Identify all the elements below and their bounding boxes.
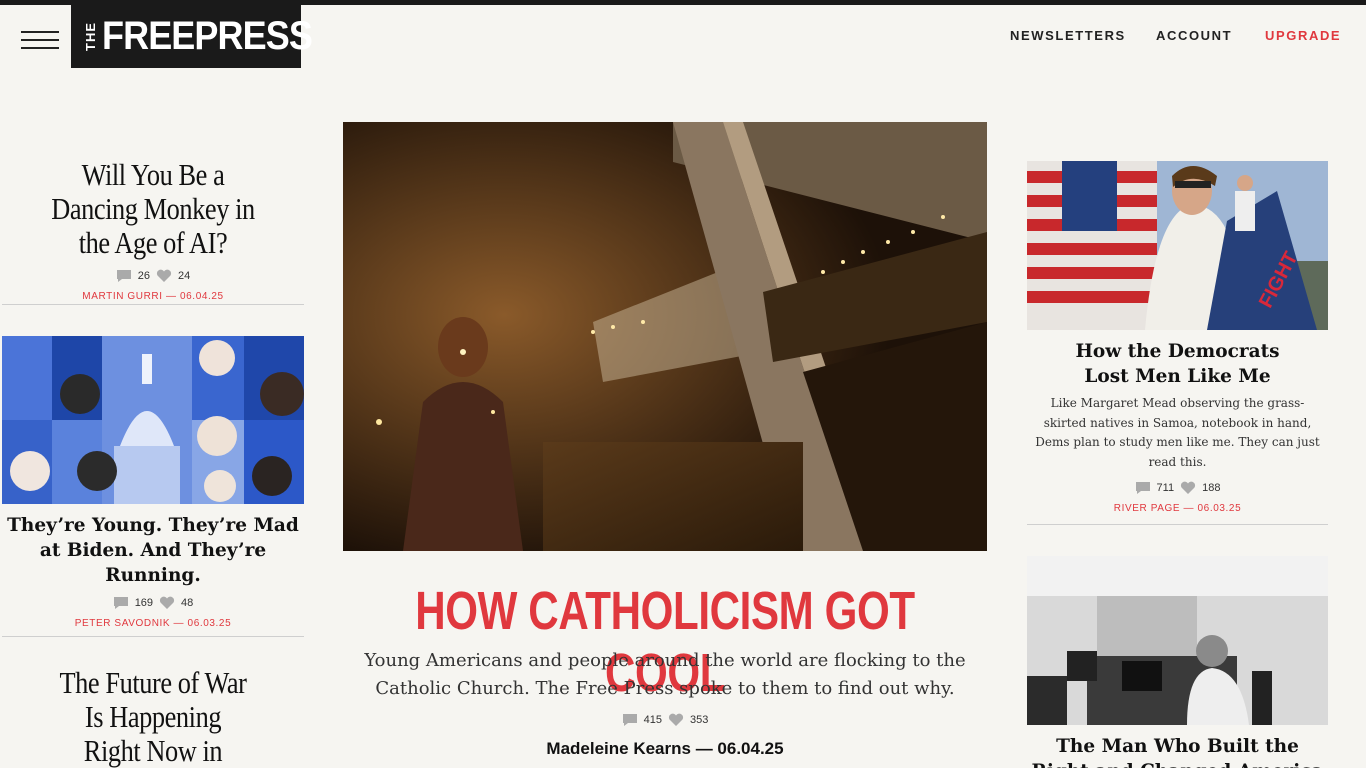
nav-upgrade-link[interactable]: UPGRADE: [1265, 28, 1341, 43]
article-stats: 169 48: [2, 596, 304, 610]
article-stats: 711 188: [1027, 481, 1328, 495]
comment-count: 26: [137, 270, 150, 282]
hero-dek: Young Americans and people around the wo…: [364, 650, 966, 699]
like-count: 353: [690, 714, 709, 726]
comment-icon: [1135, 481, 1151, 495]
comment-icon: [622, 713, 638, 727]
article-byline[interactable]: MARTIN GURRI — 06.04.25: [2, 291, 304, 302]
nav-account-link[interactable]: ACCOUNT: [1156, 28, 1232, 43]
like-count: 48: [181, 597, 194, 609]
nav-upgrade[interactable]: UPGRADE: [1265, 28, 1341, 43]
logo-name: FREEPRESS: [102, 14, 313, 58]
divider: [2, 304, 304, 305]
divider: [2, 636, 304, 637]
article-title[interactable]: They’re Young. They’re Mad at Biden. And…: [2, 513, 304, 588]
like-count: 24: [178, 270, 191, 282]
rally-photo: FIGHT: [1027, 161, 1328, 330]
article-dek: Like Margaret Mead observing the grass-s…: [1035, 396, 1320, 469]
collage-image: [2, 336, 304, 504]
right-article-2-image[interactable]: [1027, 556, 1328, 725]
article-byline[interactable]: RIVER PAGE — 06.03.25: [1027, 503, 1328, 514]
nav-newsletters-link[interactable]: NEWSLETTERS: [1010, 28, 1126, 43]
right-article-1[interactable]: How the Democrats Lost Men Like Me Like …: [1027, 339, 1328, 514]
article-title[interactable]: How the Democrats Lost Men Like Me: [1027, 339, 1328, 389]
left-article-1[interactable]: Will You Be a Dancing Monkey in the Age …: [2, 158, 304, 303]
hamburger-menu-icon[interactable]: [21, 31, 59, 49]
heart-icon: [668, 713, 684, 727]
hero-image[interactable]: [343, 122, 987, 551]
article-byline[interactable]: PETER SAVODNIK — 06.03.25: [2, 618, 304, 629]
article-title[interactable]: Will You Be a Dancing Monkey in the Age …: [25, 158, 282, 260]
hero-byline[interactable]: Madeleine Kearns — 06.04.25: [343, 739, 987, 759]
comment-count: 711: [1156, 482, 1175, 494]
comment-count: 169: [134, 597, 154, 609]
logo-the: THE: [83, 22, 98, 51]
left-article-3[interactable]: The Future of War Is Happening Right Now…: [2, 666, 304, 768]
article-title[interactable]: The Future of War Is Happening Right Now…: [25, 666, 282, 768]
article-stats: 26 24: [2, 269, 304, 283]
left-article-2-image[interactable]: [2, 336, 304, 504]
nav-newsletters[interactable]: NEWSLETTERS: [1010, 28, 1126, 43]
left-article-2[interactable]: They’re Young. They’re Mad at Biden. And…: [2, 513, 304, 629]
office-photo: [1027, 556, 1328, 725]
hero-photo: [343, 122, 987, 551]
like-count: 188: [1202, 482, 1221, 494]
comment-count: 415: [643, 714, 662, 726]
comment-icon: [116, 269, 132, 283]
nav-account[interactable]: ACCOUNT: [1156, 28, 1232, 43]
comment-icon: [113, 596, 129, 610]
heart-icon: [156, 269, 172, 283]
article-title[interactable]: The Man Who Built the Right and Changed …: [1027, 734, 1328, 768]
right-article-2[interactable]: The Man Who Built the Right and Changed …: [1027, 734, 1328, 768]
hero-stats: 415 353: [343, 713, 987, 727]
site-logo[interactable]: THE FREEPRESS: [71, 5, 313, 68]
heart-icon: [159, 596, 175, 610]
divider: [1027, 524, 1328, 525]
right-article-1-image[interactable]: FIGHT: [1027, 161, 1328, 330]
heart-icon: [1180, 481, 1196, 495]
